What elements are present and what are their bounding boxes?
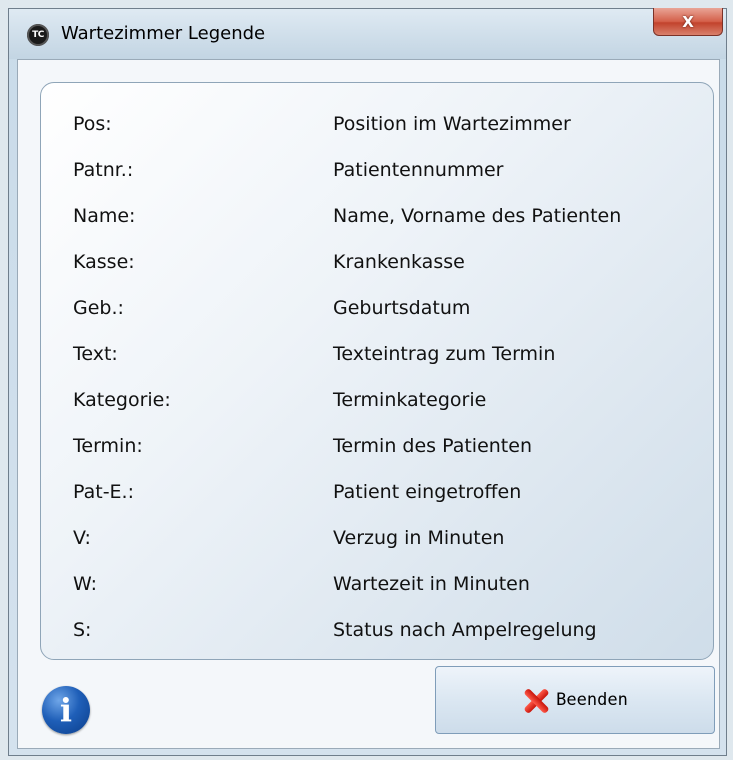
legend-description: Name, Vorname des Patienten <box>333 205 622 227</box>
legend-description: Terminkategorie <box>333 389 487 411</box>
app-icon: TC <box>27 24 49 46</box>
legend-row-geb: Geb.: Geburtsdatum <box>41 297 713 327</box>
legend-dialog: TC Wartezimmer Legende X Pos: Position i… <box>8 8 727 756</box>
legend-panel: Pos: Position im Wartezimmer Patnr.: Pat… <box>40 82 714 660</box>
legend-row-pat-e: Pat-E.: Patient eingetroffen <box>41 481 713 511</box>
legend-row-pos: Pos: Position im Wartezimmer <box>41 113 713 143</box>
legend-description: Wartezeit in Minuten <box>333 573 530 595</box>
legend-key: Patnr.: <box>73 159 134 181</box>
legend-row-termin: Termin: Termin des Patienten <box>41 435 713 465</box>
legend-key: Name: <box>73 205 136 227</box>
legend-row-v: V: Verzug in Minuten <box>41 527 713 557</box>
legend-row-patnr: Patnr.: Patientennummer <box>41 159 713 189</box>
legend-row-s: S: Status nach Ampelregelung <box>41 619 713 649</box>
legend-key: S: <box>73 619 92 641</box>
title-bar[interactable]: TC Wartezimmer Legende X <box>9 8 726 59</box>
legend-row-kategorie: Kategorie: Terminkategorie <box>41 389 713 419</box>
legend-description: Status nach Ampelregelung <box>333 619 597 641</box>
legend-key: Pos: <box>73 113 112 135</box>
close-button[interactable]: X <box>653 8 723 36</box>
legend-description: Geburtsdatum <box>333 297 471 319</box>
beenden-button-label: Beenden <box>556 690 628 710</box>
legend-key: Kategorie: <box>73 389 171 411</box>
legend-key: Kasse: <box>73 251 135 273</box>
window-title: Wartezimmer Legende <box>61 23 266 44</box>
red-x-icon <box>522 686 550 714</box>
legend-key: V: <box>73 527 91 549</box>
legend-row-w: W: Wartezeit in Minuten <box>41 573 713 603</box>
dialog-content: Pos: Position im Wartezimmer Patnr.: Pat… <box>17 59 720 749</box>
legend-row-text: Text: Texteintrag zum Termin <box>41 343 713 373</box>
beenden-button[interactable]: Beenden <box>435 666 715 734</box>
legend-key: Text: <box>73 343 118 365</box>
legend-key: Pat-E.: <box>73 481 134 503</box>
legend-description: Texteintrag zum Termin <box>333 343 556 365</box>
legend-description: Position im Wartezimmer <box>333 113 571 135</box>
legend-key: W: <box>73 573 98 595</box>
legend-key: Geb.: <box>73 297 124 319</box>
legend-description: Patientennummer <box>333 159 504 181</box>
legend-key: Termin: <box>73 435 143 457</box>
legend-description: Patient eingetroffen <box>333 481 522 503</box>
legend-row-kasse: Kasse: Krankenkasse <box>41 251 713 281</box>
legend-description: Verzug in Minuten <box>333 527 505 549</box>
legend-description: Termin des Patienten <box>333 435 532 457</box>
info-icon: i <box>42 686 90 734</box>
legend-description: Krankenkasse <box>333 251 465 273</box>
close-icon: X <box>682 12 694 31</box>
legend-row-name: Name: Name, Vorname des Patienten <box>41 205 713 235</box>
